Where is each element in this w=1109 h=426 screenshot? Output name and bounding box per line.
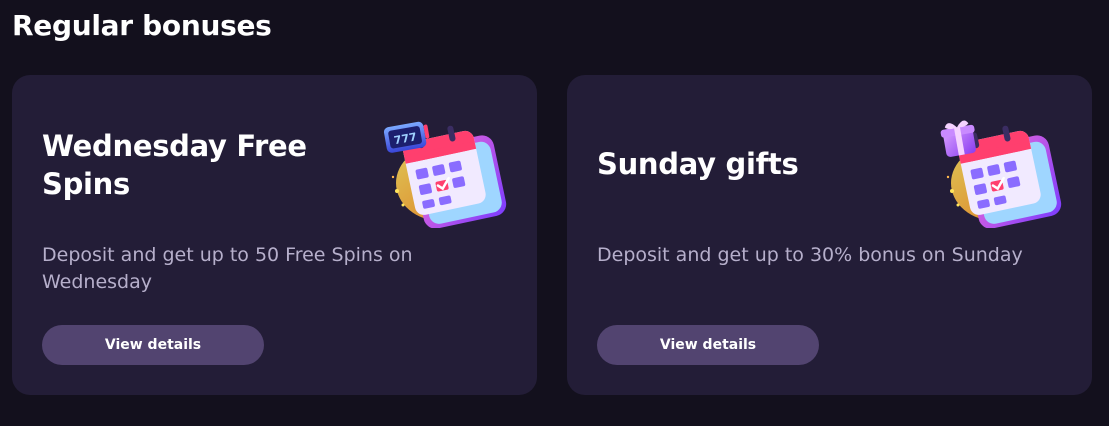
view-details-button[interactable]: View details xyxy=(42,325,264,365)
calendar-slot-icon: 777 xyxy=(383,121,507,228)
card-description: Deposit and get up to 30% bonus on Sunda… xyxy=(597,244,1023,266)
section-title: Regular bonuses xyxy=(12,9,272,42)
bonus-card-sunday: Sunday gifts Deposit and get up to 30% b… xyxy=(567,75,1092,395)
bonus-card-wednesday: Wednesday Free Spins Deposit and get up … xyxy=(12,75,537,395)
calendar-gift-icon xyxy=(940,120,1062,228)
card-title: Wednesday Free Spins xyxy=(42,129,307,201)
card-description: Deposit and get up to 50 Free Spins on W… xyxy=(42,244,413,293)
card-title: Sunday gifts xyxy=(597,147,799,181)
view-details-button[interactable]: View details xyxy=(597,325,819,365)
